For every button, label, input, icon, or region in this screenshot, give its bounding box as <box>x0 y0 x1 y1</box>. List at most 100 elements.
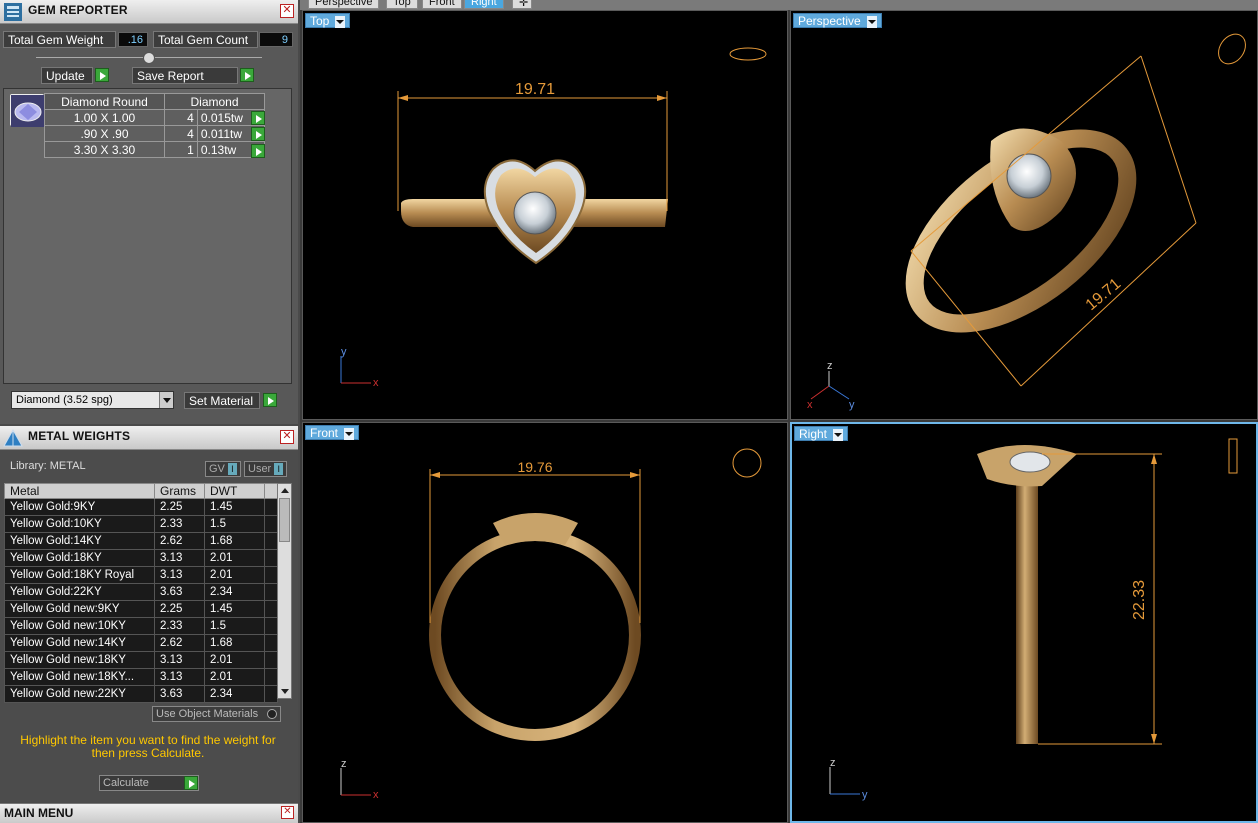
tab-perspective[interactable]: Perspective <box>308 0 380 9</box>
metal-grams: 2.62 <box>154 532 205 550</box>
use-object-materials-option[interactable]: Use Object Materials <box>152 706 281 722</box>
metal-metal: Yellow Gold new:10KY <box>4 617 155 635</box>
gem-reporter-title: GEM REPORTER <box>28 3 128 17</box>
view-cube-icon[interactable] <box>729 47 767 61</box>
table-row[interactable]: Yellow Gold:9KY 2.25 1.45 <box>4 498 278 516</box>
table-row[interactable]: Yellow Gold:10KY 2.33 1.5 <box>4 515 278 533</box>
viewport-label-perspective[interactable]: Perspective <box>793 13 882 28</box>
row-spacer <box>264 668 278 686</box>
viewport-label-front[interactable]: Front <box>305 425 360 440</box>
column-header[interactable]: Metal <box>4 483 155 499</box>
column-header[interactable]: DWT <box>204 483 265 499</box>
chevron-down-icon[interactable] <box>344 427 355 440</box>
chevron-down-icon[interactable] <box>866 15 877 28</box>
material-select-value: Diamond (3.52 spg) <box>16 394 113 406</box>
table-row[interactable]: Yellow Gold new:18KY... 3.13 2.01 <box>4 668 278 686</box>
close-icon[interactable]: ✕ <box>280 4 294 18</box>
view-cube-icon[interactable] <box>1228 438 1238 474</box>
radio-icon[interactable] <box>267 709 277 719</box>
tab-top[interactable]: Top <box>386 0 418 9</box>
metal-grams: 3.13 <box>154 566 205 584</box>
close-icon[interactable]: ✕ <box>280 430 294 444</box>
add-tab-icon[interactable]: ✛ <box>512 0 532 9</box>
metal-metal: Yellow Gold:22KY <box>4 583 155 601</box>
table-row[interactable]: 3.30 X 3.30 1 0.13tw <box>44 141 266 158</box>
material-select[interactable]: Diamond (3.52 spg) <box>11 391 174 409</box>
table-row[interactable]: Yellow Gold new:14KY 2.62 1.68 <box>4 634 278 652</box>
dimension-arrow <box>398 95 408 101</box>
row-spacer <box>264 515 278 533</box>
update-button[interactable]: Update <box>41 67 93 84</box>
row-spacer <box>264 685 278 703</box>
row-go-icon[interactable] <box>251 127 265 141</box>
chevron-down-icon[interactable] <box>335 15 346 28</box>
column-header[interactable]: Grams <box>154 483 205 499</box>
metal-weights-titlebar[interactable]: METAL WEIGHTS ✕ <box>0 426 298 450</box>
save-report-go-icon[interactable] <box>240 68 254 82</box>
metal-metal: Yellow Gold new:18KY <box>4 651 155 669</box>
dimension-text: 19.71 <box>1083 275 1125 314</box>
main-menu-titlebar[interactable]: MAIN MENU ✕ <box>0 803 298 823</box>
metal-metal: Yellow Gold:9KY <box>4 498 155 516</box>
viewport-right[interactable]: 22.33 z y Right <box>790 422 1258 823</box>
collapse-handle[interactable] <box>143 52 155 64</box>
dimension-text: 19.71 <box>515 81 555 98</box>
viewport-label-right[interactable]: Right <box>794 426 849 441</box>
set-material-button[interactable]: Set Material <box>184 392 260 409</box>
scroll-down-icon[interactable] <box>281 689 289 694</box>
gem-qty: 1 <box>164 141 198 158</box>
metal-metal: Yellow Gold:18KY <box>4 549 155 567</box>
viewport-perspective[interactable]: 19.71 x y z Perspective <box>790 10 1258 420</box>
calculate-go-icon[interactable] <box>184 776 198 790</box>
table-row[interactable]: Yellow Gold:22KY 3.63 2.34 <box>4 583 278 601</box>
view-cube-icon[interactable] <box>732 448 762 478</box>
table-row[interactable]: Yellow Gold:18KY 3.13 2.01 <box>4 549 278 567</box>
column-header: Diamond Round <box>44 93 165 110</box>
gem-size: 1.00 X 1.00 <box>44 109 165 126</box>
scroll-up-icon[interactable] <box>281 488 289 493</box>
diamond-thumbnail-icon[interactable] <box>10 94 45 127</box>
table-row[interactable]: Yellow Gold:18KY Royal 3.13 2.01 <box>4 566 278 584</box>
chevron-down-icon[interactable] <box>159 392 173 408</box>
save-report-button[interactable]: Save Report <box>132 67 238 84</box>
viewport-front[interactable]: 19.76 z x Front <box>302 422 788 823</box>
scroll-thumb[interactable] <box>279 498 290 542</box>
axis-label: y <box>862 789 868 801</box>
table-row[interactable]: Yellow Gold:14KY 2.62 1.68 <box>4 532 278 550</box>
perspective-view-render: 19.71 x y z <box>807 29 1251 411</box>
metal-metal: Yellow Gold:14KY <box>4 532 155 550</box>
metal-weights-title: METAL WEIGHTS <box>28 429 131 443</box>
library-label: Library: METAL <box>10 460 86 472</box>
row-go-icon[interactable] <box>251 144 265 158</box>
center-diamond <box>513 191 557 235</box>
tab-right[interactable]: Right <box>464 0 504 9</box>
gem-reporter-icon <box>4 3 22 21</box>
table-row[interactable]: .90 X .90 4 0.011tw <box>44 125 266 142</box>
metal-grams: 3.13 <box>154 549 205 567</box>
close-icon[interactable]: ✕ <box>281 806 294 819</box>
viewport-top[interactable]: 19.71 y x Top <box>302 10 788 420</box>
center-diamond <box>1009 451 1051 473</box>
row-go-icon[interactable] <box>251 111 265 125</box>
metal-grams: 3.13 <box>154 651 205 669</box>
tab-front[interactable]: Front <box>422 0 462 9</box>
table-row[interactable]: 1.00 X 1.00 4 0.015tw <box>44 109 266 126</box>
chevron-down-icon[interactable] <box>833 428 844 441</box>
viewport-label-text: Perspective <box>798 14 861 28</box>
view-cube-icon[interactable] <box>1213 29 1251 69</box>
user-toggle[interactable]: User I <box>244 461 288 477</box>
vertical-scrollbar[interactable] <box>277 483 292 699</box>
viewport-label-top[interactable]: Top <box>305 13 351 28</box>
gem-list: Diamond Round Diamond 1.00 X 1.00 4 0.01… <box>3 88 292 384</box>
table-row[interactable]: Yellow Gold new:10KY 2.33 1.5 <box>4 617 278 635</box>
set-material-go-icon[interactable] <box>263 393 277 407</box>
table-row[interactable]: Yellow Gold new:9KY 2.25 1.45 <box>4 600 278 618</box>
row-spacer <box>264 600 278 618</box>
table-row[interactable]: Yellow Gold new:22KY 3.63 2.34 <box>4 685 278 703</box>
update-go-icon[interactable] <box>95 68 109 82</box>
gem-reporter-titlebar[interactable]: GEM REPORTER ✕ <box>0 0 298 24</box>
metal-metal: Yellow Gold new:22KY <box>4 685 155 703</box>
table-row[interactable]: Yellow Gold new:18KY 3.13 2.01 <box>4 651 278 669</box>
viewport-label-text: Top <box>310 14 330 28</box>
gv-toggle[interactable]: GV I <box>205 461 241 477</box>
